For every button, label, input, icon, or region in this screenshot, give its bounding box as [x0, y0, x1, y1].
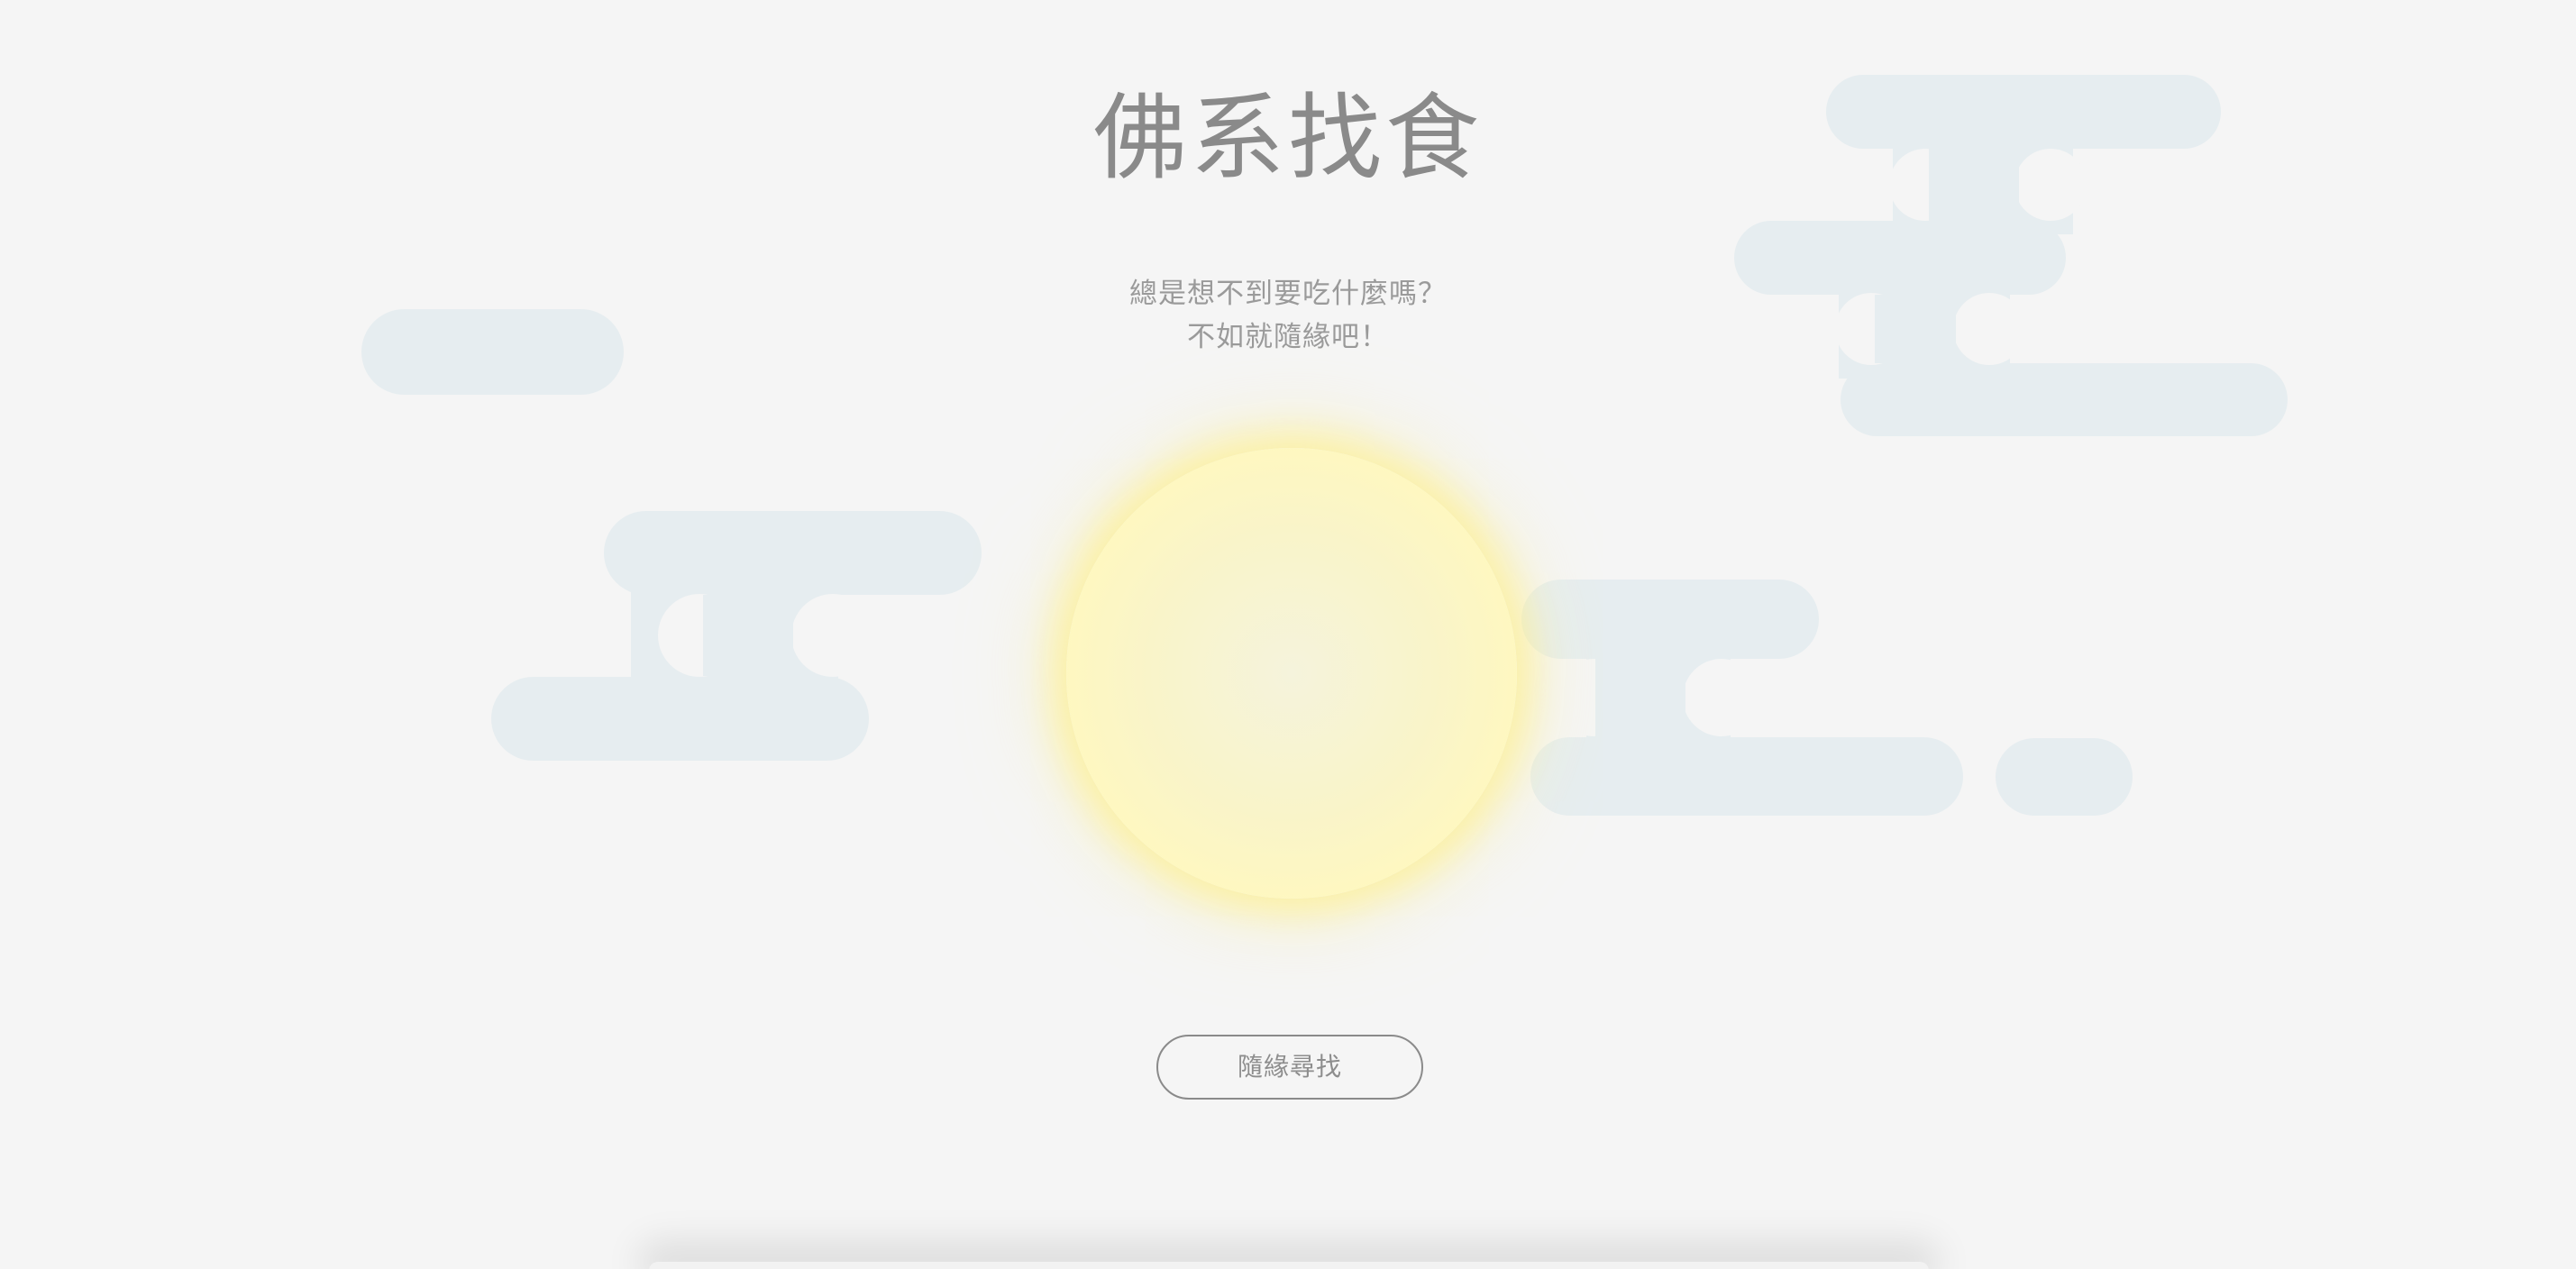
- page-title: 佛系找食: [1092, 83, 1483, 193]
- random-search-button[interactable]: 隨緣尋找: [1156, 1035, 1423, 1100]
- subtitle: 總是想不到要吃什麼嗎？ 不如就隨緣吧！: [0, 272, 2576, 359]
- subtitle-line-2: 不如就隨緣吧！: [1187, 321, 1389, 353]
- sun-icon: [1066, 448, 1517, 899]
- cloud-icon: [491, 511, 982, 761]
- bottom-panel-edge: [649, 1262, 1929, 1269]
- cloud-icon: [1996, 738, 2133, 816]
- subtitle-line-1: 總是想不到要吃什麼嗎？: [1129, 278, 1447, 310]
- landing-page: 佛系找食 總是想不到要吃什麼嗎？ 不如就隨緣吧！ 隨緣尋找: [0, 0, 2576, 1269]
- cloud-icon: [1521, 580, 1963, 816]
